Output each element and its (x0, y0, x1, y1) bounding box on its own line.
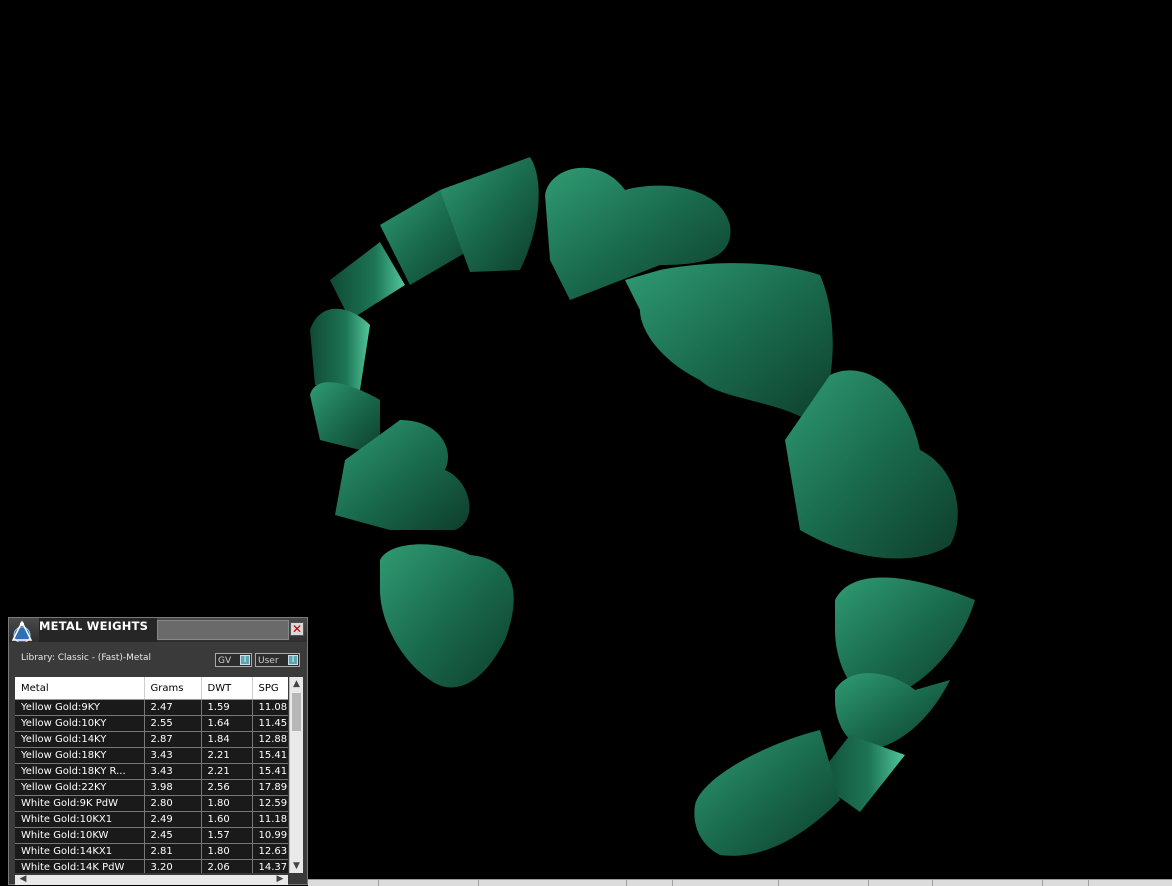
library-label: Library: Classic - (Fast)-Metal (21, 653, 152, 663)
column-header-grams[interactable]: Grams (144, 677, 202, 700)
grams-cell: 2.80 (144, 795, 202, 812)
metal-name-cell: White Gold:9K PdW (15, 795, 145, 812)
metal-name-cell: White Gold:14K PdW (15, 859, 145, 873)
close-button[interactable]: ✕ (290, 622, 304, 636)
table-row[interactable]: White Gold:14KX1 2.81 1.80 12.63 (15, 843, 288, 860)
dwt-cell: 1.59 (201, 699, 253, 716)
table-row[interactable]: Yellow Gold:14KY 2.87 1.84 12.88 (15, 731, 288, 748)
ring-segment (380, 544, 514, 688)
dwt-cell: 2.21 (201, 763, 253, 780)
gv-toggle-label: GV (218, 656, 232, 666)
panel-titlebar[interactable]: METAL WEIGHTS ✕ (9, 618, 307, 642)
dwt-cell: 2.06 (201, 859, 253, 873)
metal-name-cell: White Gold:14KX1 (15, 843, 145, 860)
status-cell (1088, 880, 1089, 886)
column-header-spg[interactable]: SPG (252, 677, 288, 700)
metal-name-cell: Yellow Gold:10KY (15, 715, 145, 732)
metal-name-cell: Yellow Gold:14KY (15, 731, 145, 748)
vertical-scrollbar[interactable]: ▲ ▼ (289, 677, 303, 873)
table-row[interactable]: Yellow Gold:9KY 2.47 1.59 11.08 (15, 699, 288, 716)
dwt-cell: 2.56 (201, 779, 253, 796)
spg-cell: 12.59 (252, 795, 288, 812)
spg-cell: 15.41 (252, 747, 288, 764)
status-cell (478, 880, 479, 886)
metal-name-cell: Yellow Gold:18KY (15, 747, 145, 764)
grams-cell: 2.81 (144, 843, 202, 860)
spg-cell: 11.45 (252, 715, 288, 732)
status-cell (778, 880, 779, 886)
metal-weights-panel: METAL WEIGHTS ✕ Library: Classic - (Fast… (8, 617, 308, 885)
spg-cell: 14.37 (252, 859, 288, 873)
toggle-knob-icon: I (240, 655, 250, 665)
spg-cell: 10.99 (252, 827, 288, 844)
grams-cell: 3.43 (144, 763, 202, 780)
status-cell (378, 880, 379, 886)
titlebar-drag-area[interactable] (157, 620, 289, 640)
table-row[interactable]: Yellow Gold:10KY 2.55 1.64 11.45 (15, 715, 288, 732)
grams-cell: 3.43 (144, 747, 202, 764)
status-cell (672, 880, 673, 886)
dwt-cell: 1.80 (201, 843, 253, 860)
status-cell (868, 880, 869, 886)
panel-title: METAL WEIGHTS (39, 618, 157, 642)
table-row[interactable]: White Gold:10KW 2.45 1.57 10.99 (15, 827, 288, 844)
ring-segment (310, 308, 370, 390)
table-row[interactable]: Yellow Gold:18KY 3.43 2.21 15.41 (15, 747, 288, 764)
spg-cell: 11.18 (252, 811, 288, 828)
ring-segment (694, 730, 840, 856)
grams-cell: 2.49 (144, 811, 202, 828)
toggle-knob-icon: I (288, 655, 298, 665)
grams-cell: 2.87 (144, 731, 202, 748)
table-row[interactable]: White Gold:14K PdW 3.20 2.06 14.37 (15, 859, 288, 873)
scroll-left-icon[interactable]: ◀ (17, 873, 29, 885)
spg-cell: 12.88 (252, 731, 288, 748)
metal-name-cell: White Gold:10KX1 (15, 811, 145, 828)
scrollbar-thumb[interactable] (292, 693, 301, 731)
table-row[interactable]: Yellow Gold:18KY R... 3.43 2.21 15.41 (15, 763, 288, 780)
app-logo-icon (11, 620, 33, 642)
metal-name-cell: White Gold:10KW (15, 827, 145, 844)
column-header-dwt[interactable]: DWT (201, 677, 253, 700)
status-cell (626, 880, 627, 886)
metal-name-cell: Yellow Gold:22KY (15, 779, 145, 796)
dwt-cell: 1.84 (201, 731, 253, 748)
ring-segment (625, 263, 833, 425)
scroll-down-icon[interactable]: ▼ (290, 859, 303, 873)
dwt-cell: 1.57 (201, 827, 253, 844)
spg-cell: 15.41 (252, 763, 288, 780)
table-row[interactable]: Yellow Gold:22KY 3.98 2.56 17.89 (15, 779, 288, 796)
metal-weights-table: Metal Grams DWT SPG Yellow Gold:9KY 2.47 1… (15, 677, 288, 873)
horizontal-scrollbar[interactable]: ◀ ▶ (15, 873, 288, 885)
scroll-up-icon[interactable]: ▲ (290, 677, 303, 691)
dwt-cell: 2.21 (201, 747, 253, 764)
spg-cell: 17.89 (252, 779, 288, 796)
status-cell (932, 880, 933, 886)
grams-cell: 2.47 (144, 699, 202, 716)
user-toggle[interactable]: User I (255, 653, 300, 667)
grams-cell: 3.20 (144, 859, 202, 873)
metal-name-cell: Yellow Gold:9KY (15, 699, 145, 716)
metal-name-cell: Yellow Gold:18KY R... (15, 763, 145, 780)
table-row[interactable]: White Gold:9K PdW 2.80 1.80 12.59 (15, 795, 288, 812)
dwt-cell: 1.80 (201, 795, 253, 812)
column-header-metal[interactable]: Metal (15, 677, 145, 700)
dwt-cell: 1.60 (201, 811, 253, 828)
status-cell (1042, 880, 1043, 886)
metal-weights-table-container: Metal Grams DWT SPG Yellow Gold:9KY 2.47 1… (15, 677, 288, 873)
table-row[interactable]: White Gold:10KX1 2.49 1.60 11.18 (15, 811, 288, 828)
spg-cell: 11.08 (252, 699, 288, 716)
close-icon: ✕ (291, 622, 303, 636)
scroll-right-icon[interactable]: ▶ (274, 873, 286, 885)
grams-cell: 3.98 (144, 779, 202, 796)
grams-cell: 2.45 (144, 827, 202, 844)
user-toggle-label: User (258, 656, 279, 666)
dwt-cell: 1.64 (201, 715, 253, 732)
gv-toggle[interactable]: GV I (215, 653, 252, 667)
spg-cell: 12.63 (252, 843, 288, 860)
table-header-row: Metal Grams DWT SPG (15, 677, 288, 700)
ring-segment (330, 242, 405, 320)
grams-cell: 2.55 (144, 715, 202, 732)
